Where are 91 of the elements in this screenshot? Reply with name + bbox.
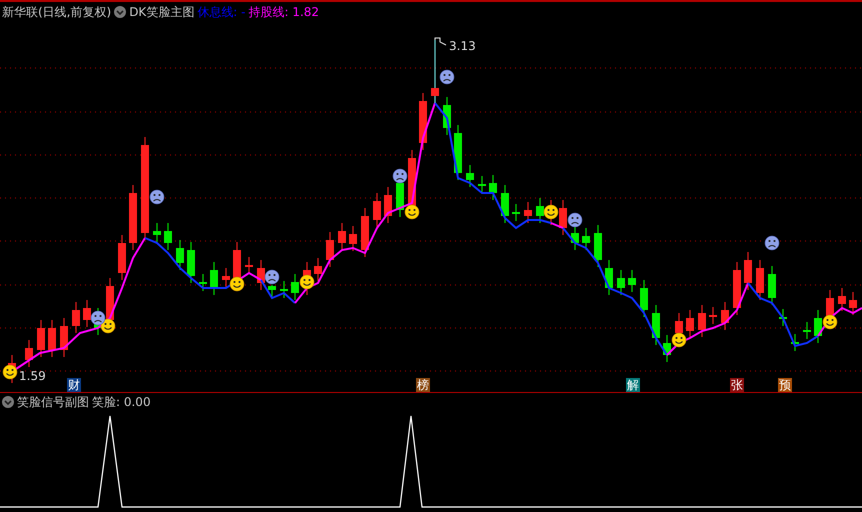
candlestick (83, 300, 91, 328)
candlestick (443, 96, 451, 136)
candlestick (663, 334, 671, 362)
candlestick (210, 262, 218, 296)
legend-value: 持股线: 1.82 (248, 4, 320, 21)
candlestick (384, 186, 392, 224)
candlestick (60, 318, 68, 358)
candlestick (478, 176, 486, 194)
sad-face-icon (392, 168, 408, 184)
candlestick (245, 256, 253, 274)
candlestick (280, 280, 288, 298)
candlestick (268, 284, 276, 298)
smiley-icon (822, 314, 838, 330)
candlestick (803, 322, 811, 340)
candlestick (199, 274, 207, 292)
candlestick (733, 262, 741, 316)
candlestick (536, 198, 544, 224)
smiley-icon (230, 276, 244, 292)
event-tag: 解 (626, 378, 640, 392)
event-tag: 榜 (416, 378, 430, 392)
candlestick (291, 274, 299, 300)
candlestick (454, 124, 462, 180)
event-tag: 张 (730, 378, 744, 392)
candlestick (791, 334, 799, 352)
smiley-icon (404, 204, 420, 220)
candlestick (559, 200, 567, 236)
candlestick (768, 266, 776, 306)
candlestick (37, 320, 45, 358)
candlestick (25, 340, 33, 368)
candlestick (698, 304, 706, 338)
candlestick (686, 310, 694, 338)
candlestick (838, 288, 846, 312)
candlestick (338, 222, 346, 250)
signal-reading: 笑脸: 0.00 (92, 394, 151, 411)
candlestick (640, 280, 648, 318)
candlestick (605, 260, 613, 296)
low-price-label: 1.59 (19, 369, 46, 383)
candlestick (652, 304, 660, 346)
smiley-icon (2, 364, 18, 380)
sad-face-icon (264, 270, 280, 284)
smiley-icon (544, 204, 558, 220)
candlestick (118, 234, 126, 280)
indicator-name: DK笑脸主图 (129, 4, 194, 21)
candlestick (501, 184, 509, 224)
candlestick (617, 270, 625, 296)
sad-face-icon (440, 70, 454, 84)
candlestick (756, 260, 764, 300)
candlestick (326, 232, 334, 268)
candlestick (849, 292, 857, 316)
stock-title: 新华联(日线,前复权) (2, 4, 112, 21)
candlestick (721, 302, 729, 330)
candlestick (72, 302, 80, 334)
candlestick (709, 306, 717, 324)
candlestick (594, 224, 602, 268)
candlestick (176, 240, 184, 270)
candlestick (164, 222, 172, 250)
sad-face-icon (568, 212, 582, 228)
candlestick (361, 208, 369, 258)
high-price-label: 3.13 (449, 39, 476, 53)
panel-title: 笑脸信号副图 (17, 394, 89, 411)
candlestick (153, 222, 161, 242)
candlestick (628, 270, 636, 292)
candlestick (524, 202, 532, 224)
candlestick (814, 310, 822, 344)
candlestick (129, 184, 137, 250)
candlestick (582, 228, 590, 250)
collapse-icon[interactable] (114, 6, 126, 18)
sad-face-icon (90, 310, 106, 326)
sad-face-icon (150, 190, 164, 204)
candlestick (222, 268, 230, 288)
event-tag: 财 (67, 378, 81, 392)
candlestick (314, 258, 322, 282)
candlestick (489, 174, 497, 200)
event-tag: 预 (778, 378, 792, 392)
smiley-icon (672, 332, 686, 348)
candlestick (779, 308, 787, 326)
candlestick (187, 242, 195, 284)
sad-face-icon (764, 236, 780, 250)
collapse-icon[interactable] (2, 396, 14, 408)
candlestick (744, 252, 752, 290)
candlestick (431, 40, 439, 104)
candlestick (373, 192, 381, 228)
candlestick (466, 164, 474, 188)
candlestick (48, 320, 56, 358)
candlestick (257, 260, 265, 290)
smiley-icon (300, 274, 314, 290)
leader-line (434, 38, 446, 46)
legend-value: 休息线: - (197, 4, 246, 21)
candlestick (512, 204, 520, 222)
candlestick (349, 226, 357, 252)
candlestick (419, 92, 427, 150)
